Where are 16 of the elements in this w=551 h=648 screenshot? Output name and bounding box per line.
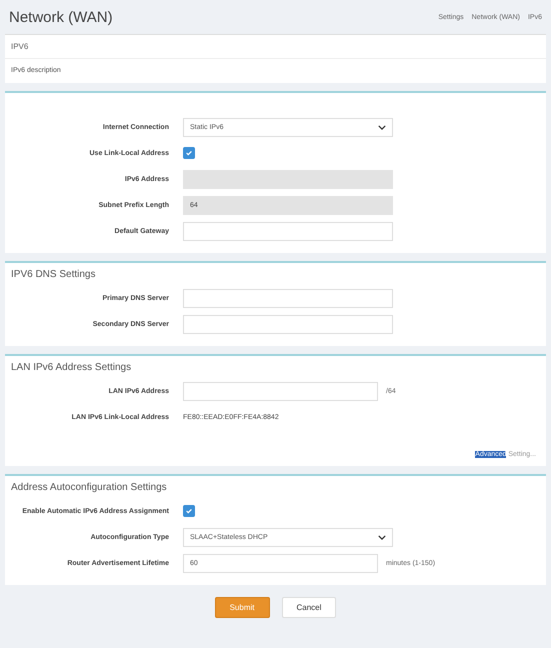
input-field[interactable]	[183, 288, 393, 308]
input-field[interactable]	[183, 314, 393, 334]
check-icon	[185, 507, 193, 515]
checkbox[interactable]	[183, 505, 195, 517]
chevron-icon	[378, 534, 386, 540]
chevron-icon	[378, 124, 386, 130]
input-field[interactable]	[183, 222, 393, 240]
cancel-button[interactable]: Cancel	[282, 597, 336, 618]
section-title: IPV6	[5, 35, 546, 59]
section-title: Address Autoconfiguration Settings	[10, 481, 168, 495]
checkbox[interactable]	[183, 147, 195, 159]
section-title: LAN IPv6 Address Settings	[10, 361, 132, 375]
check-icon	[185, 149, 193, 157]
section-title: IPV6 DNS Settings	[10, 268, 96, 282]
page-title: Network (WAN)	[9, 8, 113, 26]
input-field[interactable]	[183, 382, 378, 400]
